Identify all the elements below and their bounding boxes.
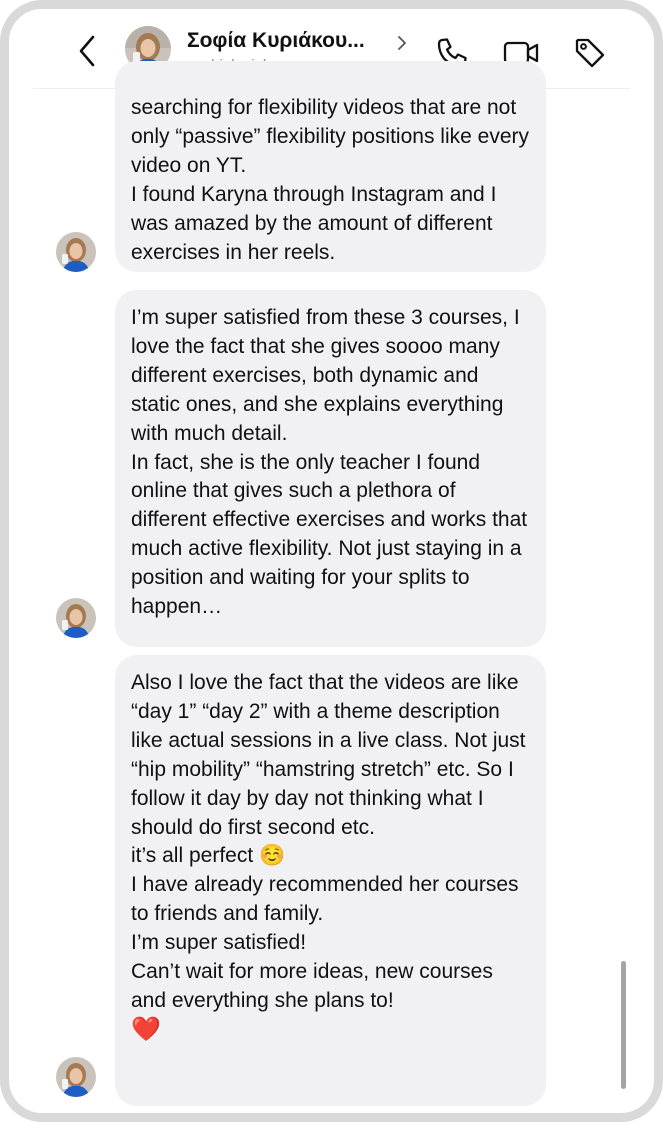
message-text: I have already recommended her courses t… <box>131 873 519 926</box>
message-text: I’m super satisfied from these 3 courses… <box>131 306 520 445</box>
message-bubble[interactable]: searching for flexibility videos that ar… <box>115 61 546 272</box>
message-text: searching for flexibility videos that ar… <box>131 96 529 177</box>
back-button[interactable] <box>69 31 105 71</box>
tag-icon <box>575 38 605 68</box>
heart-emoji: ❤️ <box>131 1015 161 1043</box>
message-text: it’s all perfect ☺️ <box>131 844 286 868</box>
tag-button[interactable] <box>572 35 608 71</box>
contact-name[interactable]: Σοφία Κυριάκου... <box>187 29 365 53</box>
sender-avatar[interactable] <box>56 232 96 272</box>
message-text: I’m super satisfied! <box>131 931 307 955</box>
message-text: I found Karyna through Instagram and I w… <box>131 182 497 264</box>
sender-avatar[interactable] <box>56 1057 96 1097</box>
message-thread[interactable]: searching for flexibility videos that ar… <box>9 61 654 1113</box>
message-text: In fact, she is the only teacher I found… <box>131 450 528 619</box>
back-chevron-icon <box>79 35 95 67</box>
message-text: Can’t wait for more ideas, new courses a… <box>131 960 493 1012</box>
message-bubble[interactable]: Also I love the fact that the videos are… <box>115 655 546 1106</box>
scrollbar[interactable] <box>621 961 626 1089</box>
message-bubble[interactable]: I’m super satisfied from these 3 courses… <box>115 290 546 647</box>
sender-avatar[interactable] <box>56 598 96 638</box>
chevron-right-icon[interactable] <box>395 33 409 53</box>
message-text: Also I love the fact that the videos are… <box>131 671 526 839</box>
phone-frame: Σοφία Κυριάκου... sophiekyriakou <box>0 0 663 1122</box>
